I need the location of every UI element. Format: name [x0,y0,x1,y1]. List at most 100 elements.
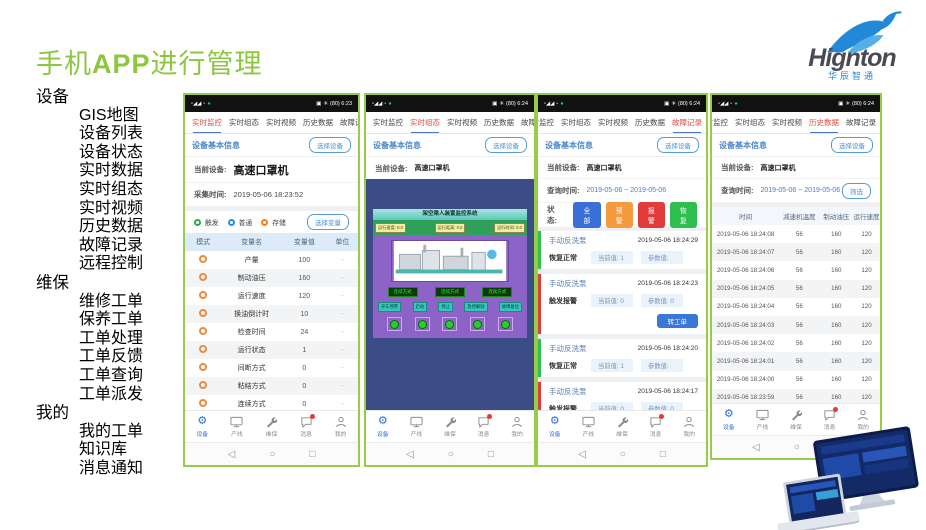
fault-card-alarm: 手动反洗泵2019-05-06 18:24:23 触发报警当前值: 0参数值: … [538,274,706,334]
tab-fault-record[interactable]: 故障记录 [846,117,876,128]
nav-maintain[interactable]: 维保 [779,404,813,435]
nav-line[interactable]: 产线 [746,404,780,435]
nav-message[interactable]: 消息 [813,404,847,435]
status-right: ▣✳(80) 6:23 [314,101,352,107]
page-title: 手机APP进行管理 [36,42,263,81]
collect-time-value: 2019-05-06 18:23:52 [234,190,304,199]
battery-time: (80) 6:23 [330,101,352,107]
device-name: 高速口罩机 [415,163,450,173]
indicator-lamp[interactable] [415,317,430,331]
tab-fault-record[interactable]: 故障记录 [340,117,358,128]
variable-table: 产量 100 - 制动油压 160 - 运行速度 120 [185,251,358,410]
back-icon[interactable]: ◁ [406,449,414,460]
status-right: ▣✳(80) 6:24 [836,101,874,107]
title-part: 手机 [36,49,92,79]
to-workorder-button[interactable]: 转工单 [657,314,699,328]
feature-item: 我的工单 [36,423,143,442]
nav-maintain[interactable]: 维保 [605,411,639,442]
start-button[interactable]: 启动 [413,302,428,312]
nav-message[interactable]: 消息 [467,411,501,442]
history-row: 2019-05-06 18:24:03 56 160 120 [712,316,880,334]
tab-history-data[interactable]: 历史数据 [484,117,514,128]
mode-button[interactable]: 连续方式 [435,287,465,297]
tab-realtime-monitor[interactable]: 实时监控 [536,117,554,128]
tab-realtime-monitor[interactable]: 实时监控 [373,117,403,128]
filter-all-button[interactable]: 全部 [573,202,600,228]
stop-button[interactable]: 停止 [438,302,453,312]
tab-realtime-video[interactable]: 实时视频 [598,117,628,128]
scada-gauges: 运行速度: 0.0 运行距离: 0.0 运行时间: 0.0 [373,220,527,235]
tab-realtime-video[interactable]: 实时视频 [772,117,802,128]
nav-device[interactable]: ⚙设备 [712,404,746,435]
home-icon[interactable]: ○ [448,449,454,460]
select-device-button[interactable]: 选择设备 [309,137,351,153]
nav-device[interactable]: ⚙设备 [185,411,220,442]
select-device-button[interactable]: 选择设备 [657,137,699,153]
nav-device[interactable]: ⚙设备 [366,411,400,442]
status-left-icons: ▫◢◢▪● [718,101,740,107]
indicator-lamp[interactable] [387,317,402,331]
slide: 手机APP进行管理 Hignton 华辰智通 设备GIS地图设备列表设备状态实时… [0,0,926,530]
estop-release-button[interactable]: 急停解除 [464,302,487,312]
android-status-bar: ▫◢◢▪● ▣✳(80) 6:24 [366,95,534,112]
tab-bar: 实时监控 实时组态 实时视频 历史数据 故障记录 远程控制 [710,112,880,134]
history-rows: 2019-05-06 18:24:08 56 160 120 2019-05-0… [712,225,880,403]
mode-button[interactable]: 连续方式 [388,287,418,297]
indicator-lamp[interactable] [498,317,513,331]
status-left-icons: ▫◢◢▪● [544,101,566,107]
home-icon[interactable]: ○ [269,449,275,460]
query-time-value[interactable]: 2019-05-06 ~ 2019-05-06 [761,187,841,194]
filter-recover-button[interactable]: 恢复 [670,202,697,228]
tab-fault-record[interactable]: 故障记录 [521,117,534,128]
nav-message[interactable]: 消息 [639,411,673,442]
tab-history-data[interactable]: 历史数据 [303,117,333,128]
tab-realtime-video[interactable]: 实时视频 [447,117,477,128]
nav-line[interactable]: 产线 [220,411,255,442]
nav-line[interactable]: 产线 [400,411,434,442]
back-icon[interactable]: ◁ [578,449,586,460]
badge-dot [659,414,664,419]
tab-realtime-scada[interactable]: 实时组态 [735,117,765,128]
tab-realtime-scada[interactable]: 实时组态 [410,117,440,128]
query-time-value[interactable]: 2019-05-06 ~ 2019-05-06 [587,187,667,194]
nav-maintain[interactable]: 维保 [254,411,289,442]
nav-device[interactable]: ⚙设备 [538,411,572,442]
tab-history-data[interactable]: 历史数据 [635,117,665,128]
prewarn-button[interactable]: 开车预警 [378,302,401,312]
fault-reset-button[interactable]: 故障复位 [499,302,522,312]
back-icon[interactable]: ◁ [752,442,760,453]
android-nav-bar: ◁ ○ □ [366,442,534,465]
nav-maintain[interactable]: 维保 [433,411,467,442]
filter-button[interactable]: 筛选 [842,183,871,199]
filter-alarm-button[interactable]: 报警 [638,202,665,228]
filter-prewarn-button[interactable]: 预警 [606,202,633,228]
device-info-header: 设备基本信息 选择设备 [185,134,358,157]
indicator-lamp[interactable] [470,317,485,331]
recent-icon[interactable]: □ [660,449,666,460]
tab-realtime-scada[interactable]: 实时组态 [561,117,591,128]
nav-message[interactable]: 消息 [289,411,324,442]
nav-mine[interactable]: 我的 [323,411,358,442]
recent-icon[interactable]: □ [309,449,315,460]
select-variable-button[interactable]: 选择变量 [307,214,349,230]
nav-mine[interactable]: 我的 [500,411,534,442]
indicator-lamp[interactable] [442,317,457,331]
scada-mode-buttons: 连续方式 连续方式 连续方式 [379,287,521,297]
recent-icon[interactable]: □ [488,449,494,460]
tab-realtime-scada[interactable]: 实时组态 [229,117,259,128]
variable-row: 换油倒计时 10 - [185,305,358,323]
tab-realtime-monitor[interactable]: 实时监控 [710,117,728,128]
back-icon[interactable]: ◁ [228,449,236,460]
home-icon[interactable]: ○ [620,449,626,460]
select-device-button[interactable]: 选择设备 [485,137,527,153]
tab-fault-record[interactable]: 故障记录 [672,117,702,128]
nav-line[interactable]: 产线 [572,411,606,442]
shield-icon: ▣ [316,101,321,107]
nav-mine[interactable]: 我的 [672,411,706,442]
select-device-button[interactable]: 选择设备 [831,137,873,153]
tab-realtime-monitor[interactable]: 实时监控 [192,117,222,128]
current-device-label: 当前设备: [547,162,580,173]
tab-realtime-video[interactable]: 实时视频 [266,117,296,128]
tab-history-data[interactable]: 历史数据 [809,117,839,128]
mode-button[interactable]: 连续方式 [482,287,512,297]
